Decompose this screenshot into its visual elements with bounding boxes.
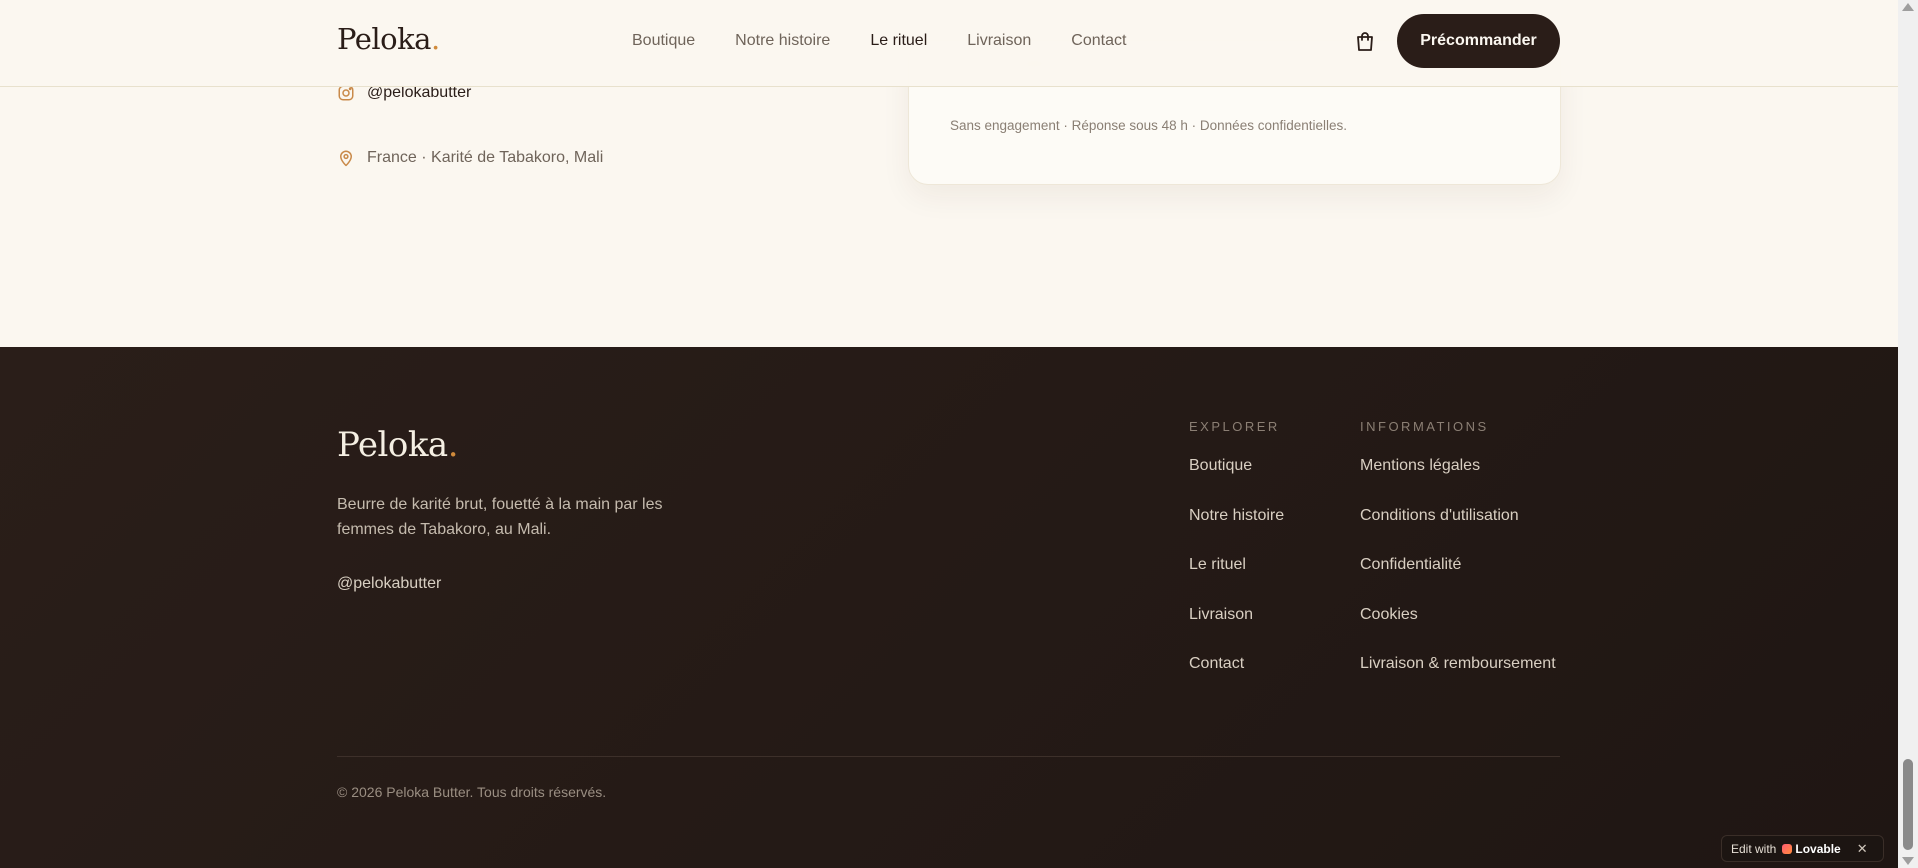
- footer-link-conditions[interactable]: Conditions d'utilisation: [1360, 506, 1556, 556]
- preorder-button[interactable]: Précommander: [1397, 14, 1560, 68]
- nav-link-livraison[interactable]: Livraison: [967, 32, 1031, 50]
- nav-link-le-rituel[interactable]: Le rituel: [870, 32, 927, 50]
- edit-with-lovable-badge[interactable]: Edit with Lovable ✕: [1721, 835, 1884, 862]
- footer-logo-dot: .: [447, 425, 459, 465]
- header-logo-dot: .: [430, 22, 440, 56]
- header-logo[interactable]: Peloka.: [337, 22, 440, 56]
- shopping-bag-icon: [1357, 32, 1373, 51]
- scrollbar-thumb[interactable]: [1903, 759, 1913, 850]
- map-pin-icon: [340, 150, 352, 167]
- lovable-logo-icon: [1782, 843, 1793, 854]
- site-footer: Peloka. Beurre de karité brut, fouetté à…: [0, 347, 1898, 868]
- nav-link-notre-histoire[interactable]: Notre histoire: [735, 32, 830, 50]
- footer-link-livraison[interactable]: Livraison: [1189, 605, 1284, 655]
- page-scrollbar[interactable]: [1898, 0, 1918, 868]
- header-logo-text: Peloka: [337, 22, 431, 56]
- page: Peloka. Boutique Notre histoire Le ritue…: [0, 0, 1898, 868]
- footer-description: Beurre de karité brut, fouetté à la main…: [337, 496, 663, 538]
- nav-link-boutique[interactable]: Boutique: [632, 32, 695, 50]
- footer-logo[interactable]: Peloka.: [337, 425, 459, 465]
- scroll-up-arrow-icon[interactable]: [1902, 3, 1914, 11]
- close-icon[interactable]: ✕: [1857, 841, 1868, 857]
- footer-link-contact[interactable]: Contact: [1189, 654, 1284, 704]
- lovable-edit-label: Edit with: [1731, 841, 1777, 856]
- footer-divider: [337, 756, 1560, 757]
- nav-link-contact[interactable]: Contact: [1071, 32, 1126, 50]
- footer-column-title: INFORMATIONS: [1360, 419, 1489, 434]
- lovable-brand: Lovable: [1795, 841, 1841, 856]
- footer-link-notre-histoire[interactable]: Notre histoire: [1189, 506, 1284, 556]
- footer-link-le-rituel[interactable]: Le rituel: [1189, 555, 1284, 605]
- footer-link-confidentialite[interactable]: Confidentialité: [1360, 555, 1556, 605]
- footer-column-informations: INFORMATIONS Mentions légales Conditions…: [1360, 419, 1556, 704]
- footer-link-mentions-legales[interactable]: Mentions légales: [1360, 456, 1556, 506]
- footer-logo-text: Peloka: [337, 425, 448, 465]
- footer-link-cookies[interactable]: Cookies: [1360, 605, 1556, 655]
- main-nav: Boutique Notre histoire Le rituel Livrai…: [632, 32, 1166, 50]
- cart-button[interactable]: [1353, 30, 1377, 54]
- site-header: Peloka. Boutique Notre histoire Le ritue…: [0, 0, 1898, 87]
- footer-link-livraison-remboursement[interactable]: Livraison & remboursement: [1360, 654, 1556, 704]
- copyright: © 2026 Peloka Butter. Tous droits réserv…: [337, 784, 607, 800]
- footer-column-title: EXPLORER: [1189, 419, 1280, 434]
- footer-link-boutique[interactable]: Boutique: [1189, 456, 1284, 506]
- location-info: France · Karité de Tabakoro, Mali: [337, 149, 603, 167]
- form-note: Sans engagement · Réponse sous 48 h · Do…: [950, 118, 1348, 133]
- footer-instagram-handle[interactable]: @pelokabutter: [337, 575, 441, 593]
- location-text: France · Karité de Tabakoro, Mali: [367, 149, 604, 166]
- footer-column-explorer: EXPLORER Boutique Notre histoire Le ritu…: [1189, 419, 1284, 704]
- scroll-down-arrow-icon[interactable]: [1902, 857, 1914, 865]
